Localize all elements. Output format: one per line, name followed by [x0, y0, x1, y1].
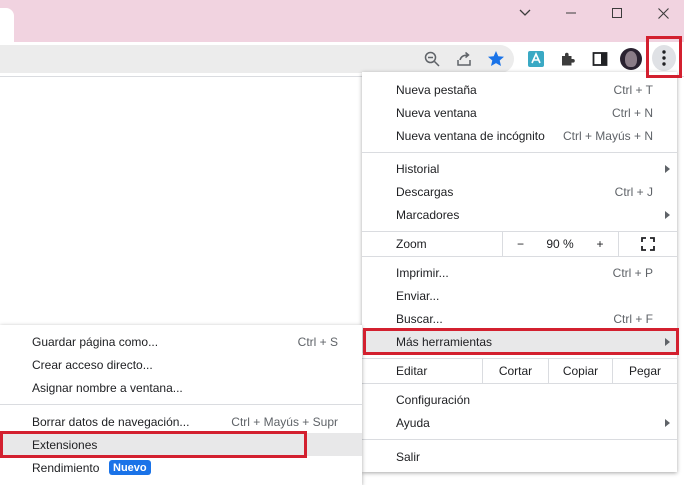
cut-button[interactable]: Cortar: [482, 359, 548, 383]
side-panel-icon[interactable]: [588, 47, 612, 71]
submenu-arrow-icon: [665, 165, 670, 173]
menu-separator: [362, 439, 677, 440]
menu-separator: [362, 383, 677, 384]
menu-item-label: Salir: [396, 449, 421, 464]
menu-item-label: Nueva ventana de incógnito: [396, 128, 545, 143]
paste-button[interactable]: Pegar: [612, 359, 677, 383]
menu-item-label: Imprimir...: [396, 265, 449, 280]
menu-item-label: Marcadores: [396, 207, 460, 222]
close-icon[interactable]: [640, 0, 684, 26]
menu-item-settings[interactable]: Configuración: [362, 388, 677, 411]
submenu-item-save-page[interactable]: Guardar página como... Ctrl + S: [0, 330, 362, 353]
zoom-plus-label: +: [596, 237, 604, 251]
menu-item-label: Nueva ventana: [396, 105, 477, 120]
menu-item-shortcut: Ctrl + S: [297, 334, 338, 349]
menu-item-label: Guardar página como...: [32, 334, 159, 349]
menu-item-label: Nueva pestaña: [396, 82, 477, 97]
menu-item-find[interactable]: Buscar... Ctrl + F: [362, 307, 677, 330]
menu-item-print[interactable]: Imprimir... Ctrl + P: [362, 261, 677, 284]
zoom-label: Zoom: [396, 237, 427, 251]
menu-separator: [0, 404, 362, 405]
submenu-item-create-shortcut[interactable]: Crear acceso directo...: [0, 353, 362, 376]
zoom-in-button[interactable]: +: [582, 232, 618, 256]
maximize-icon[interactable]: [594, 0, 640, 26]
menu-item-bookmarks[interactable]: Marcadores: [362, 203, 677, 226]
menu-item-shortcut: Ctrl + F: [613, 311, 653, 326]
menu-item-label: Descargas: [396, 184, 454, 199]
submenu-arrow-icon: [665, 211, 670, 219]
profile-avatar[interactable]: [620, 48, 642, 70]
menu-item-label: Historial: [396, 161, 440, 176]
menu-item-label: Asignar nombre a ventana...: [32, 380, 183, 395]
zoom-row: Zoom − 90 % +: [362, 232, 677, 256]
menu-separator: [362, 256, 677, 257]
fullscreen-icon: [641, 237, 655, 251]
fullscreen-button[interactable]: [618, 232, 677, 256]
highlight-kebab-menu: [646, 36, 682, 78]
menu-item-label: Borrar datos de navegación...: [32, 414, 190, 429]
menu-item-label: Buscar...: [396, 311, 443, 326]
copy-label: Copiar: [562, 364, 599, 378]
submenu-item-name-window[interactable]: Asignar nombre a ventana...: [0, 376, 362, 399]
menu-item-help[interactable]: Ayuda: [362, 411, 677, 434]
menu-item-label: Configuración: [396, 392, 471, 407]
menu-item-shortcut: Ctrl + Mayús + N: [562, 128, 653, 143]
edit-label: Editar: [396, 364, 428, 378]
menu-item-label: Crear acceso directo...: [32, 357, 153, 372]
zoom-minus-label: −: [516, 237, 524, 251]
menu-item-history[interactable]: Historial: [362, 157, 677, 180]
menu-item-shortcut: Ctrl + J: [614, 184, 653, 199]
chrome-main-menu: Nueva pestaña Ctrl + T Nueva ventana Ctr…: [362, 72, 677, 472]
minimize-icon[interactable]: [548, 0, 594, 26]
menu-item-downloads[interactable]: Descargas Ctrl + J: [362, 180, 677, 203]
menu-item-shortcut: Ctrl + N: [611, 105, 653, 120]
copy-button[interactable]: Copiar: [548, 359, 612, 383]
menu-item-shortcut: Ctrl + T: [613, 82, 653, 97]
menu-item-new-window[interactable]: Nueva ventana Ctrl + N: [362, 101, 677, 124]
submenu-item-clear-data[interactable]: Borrar datos de navegación... Ctrl + May…: [0, 410, 362, 433]
share-icon[interactable]: [452, 47, 476, 71]
puzzle-icon[interactable]: [556, 47, 580, 71]
zoom-out-button[interactable]: −: [502, 232, 538, 256]
zoom-level: 90 %: [538, 232, 582, 256]
cut-label: Cortar: [498, 364, 533, 378]
menu-item-label: Enviar...: [396, 288, 440, 303]
menu-separator: [362, 152, 677, 153]
menu-item-new-tab[interactable]: Nueva pestaña Ctrl + T: [362, 78, 677, 101]
submenu-item-performance[interactable]: Rendimiento Nuevo: [0, 456, 362, 479]
menu-item-send[interactable]: Enviar...: [362, 284, 677, 307]
new-badge: Nuevo: [109, 460, 151, 475]
title-bar: [0, 0, 684, 42]
extension-app-icon[interactable]: [524, 47, 548, 71]
more-tools-submenu: Guardar página como... Ctrl + S Crear ac…: [0, 325, 362, 485]
highlight-extensions: [0, 431, 307, 458]
menu-item-incognito[interactable]: Nueva ventana de incógnito Ctrl + Mayús …: [362, 124, 677, 147]
highlight-more-tools: [363, 328, 679, 355]
submenu-arrow-icon: [665, 419, 670, 427]
menu-item-shortcut: Ctrl + P: [612, 265, 653, 280]
menu-item-shortcut: Ctrl + Mayús + Supr: [231, 414, 338, 429]
menu-item-exit[interactable]: Salir: [362, 445, 677, 468]
menu-item-label: Ayuda: [396, 415, 430, 430]
paste-label: Pegar: [628, 364, 662, 378]
bookmark-star-icon[interactable]: [484, 47, 508, 71]
edit-row: Editar Cortar Copiar Pegar: [362, 359, 677, 383]
active-tab[interactable]: [0, 8, 14, 42]
browser-toolbar: [0, 42, 684, 76]
menu-item-label: Rendimiento: [32, 460, 100, 475]
zoom-icon[interactable]: [420, 47, 444, 71]
zoom-value: 90 %: [546, 237, 574, 251]
chevron-down-icon[interactable]: [502, 0, 548, 26]
